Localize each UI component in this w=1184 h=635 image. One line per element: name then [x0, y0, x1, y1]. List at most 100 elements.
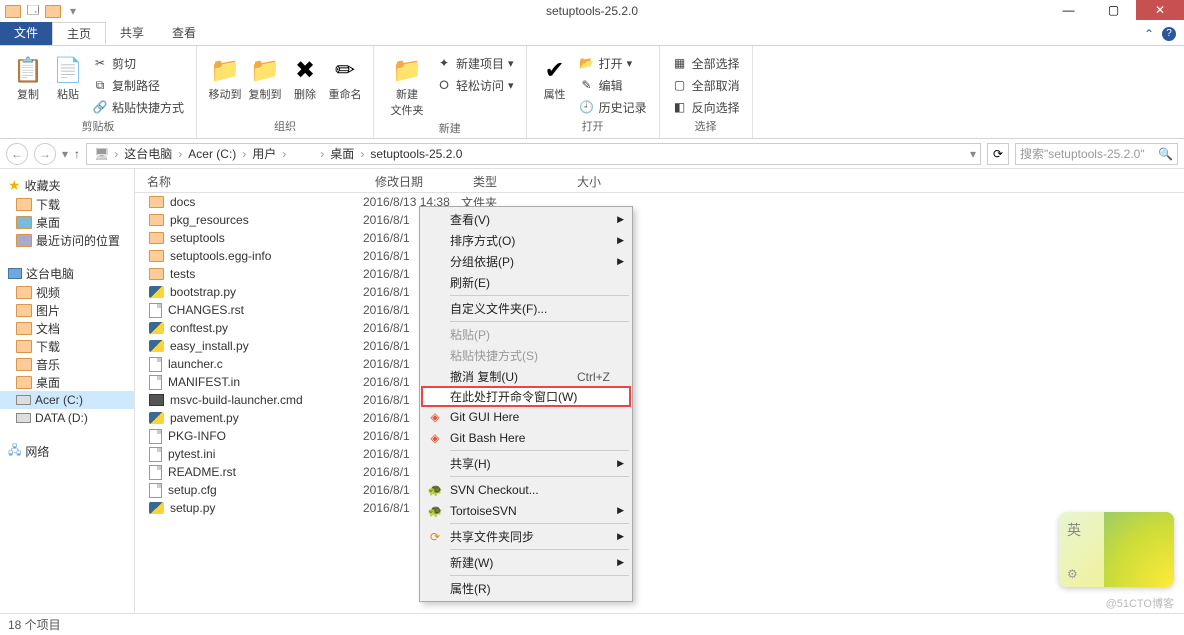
- context-menu-item[interactable]: TortoiseSVN▶🐢: [422, 500, 630, 521]
- sidebar-thispc[interactable]: 这台电脑: [0, 263, 134, 283]
- context-menu-item[interactable]: 新建(W)▶: [422, 552, 630, 573]
- file-row[interactable]: msvc-build-launcher.cmd2016/8/1: [135, 391, 1184, 409]
- titlebar: 🗔 ▾ setuptools-25.2.0 — ▢ ✕: [0, 0, 1184, 22]
- sidebar-item-desktop[interactable]: 桌面: [0, 213, 134, 231]
- sidebar-item-pictures[interactable]: 图片: [0, 301, 134, 319]
- back-button[interactable]: ←: [6, 143, 28, 165]
- tab-view[interactable]: 查看: [158, 22, 210, 45]
- paste-button[interactable]: 📄粘贴: [48, 52, 88, 104]
- up-button[interactable]: ↑: [74, 147, 80, 161]
- context-menu-item[interactable]: 共享文件夹同步▶⟳: [422, 526, 630, 547]
- group-clipboard-label: 剪贴板: [8, 118, 188, 136]
- newitem-button[interactable]: ✦新建项目 ▾: [432, 52, 518, 74]
- file-name: easy_install.py: [170, 339, 249, 353]
- breadcrumb[interactable]: 🖥 › 这台电脑› Acer (C:)› 用户› › 桌面› setuptool…: [86, 143, 981, 165]
- file-row[interactable]: setuptools.egg-info2016/8/1: [135, 247, 1184, 265]
- tab-home[interactable]: 主页: [52, 22, 106, 45]
- invert-button[interactable]: ◧反向选择: [668, 96, 744, 118]
- sidebar-item-documents[interactable]: 文档: [0, 319, 134, 337]
- context-menu-item[interactable]: 共享(H)▶: [422, 453, 630, 474]
- qat-properties-icon[interactable]: 🗔: [24, 2, 42, 20]
- file-row[interactable]: README.rst2016/8/1: [135, 463, 1184, 481]
- file-list[interactable]: 名称 修改日期 类型 大小 docs2016/8/13 14:38文件夹pkg_…: [135, 169, 1184, 613]
- refresh-button[interactable]: ⟳: [987, 143, 1009, 165]
- gear-icon[interactable]: ⚙: [1067, 567, 1078, 581]
- sidebar-item-downloads2[interactable]: 下载: [0, 337, 134, 355]
- copypath-button[interactable]: ⧉复制路径: [88, 74, 188, 96]
- file-row[interactable]: tests2016/8/1: [135, 265, 1184, 283]
- pasteshortcut-button[interactable]: 🔗粘贴快捷方式: [88, 96, 188, 118]
- context-menu-item[interactable]: 排序方式(O)▶: [422, 230, 630, 251]
- help-icon[interactable]: ?: [1162, 27, 1176, 41]
- collapse-ribbon-icon[interactable]: ⌃: [1144, 27, 1154, 41]
- sidebar-item-desktop2[interactable]: 桌面: [0, 373, 134, 391]
- cut-button[interactable]: ✂剪切: [88, 52, 188, 74]
- file-row[interactable]: CHANGES.rst2016/8/1: [135, 301, 1184, 319]
- file-row[interactable]: MANIFEST.in2016/8/1: [135, 373, 1184, 391]
- sidebar-item-c-drive[interactable]: Acer (C:): [0, 391, 134, 409]
- edit-button[interactable]: ✎编辑: [575, 74, 651, 96]
- sidebar-item-recent[interactable]: 最近访问的位置: [0, 231, 134, 249]
- context-menu-item[interactable]: SVN Checkout...🐢: [422, 479, 630, 500]
- file-row[interactable]: easy_install.py2016/8/1: [135, 337, 1184, 355]
- sync-icon: ⟳: [427, 529, 443, 545]
- file-name: pavement.py: [170, 411, 239, 425]
- context-menu-item[interactable]: 自定义文件夹(F)...: [422, 298, 630, 319]
- context-menu-item[interactable]: 刷新(E): [422, 272, 630, 293]
- file-row[interactable]: launcher.c2016/8/1: [135, 355, 1184, 373]
- newfolder-button[interactable]: 📁新建 文件夹: [382, 52, 432, 120]
- context-menu-item[interactable]: Git GUI Here◈: [422, 406, 630, 427]
- file-row[interactable]: bootstrap.py2016/8/1: [135, 283, 1184, 301]
- file-row[interactable]: pytest.ini2016/8/1: [135, 445, 1184, 463]
- qat-newfolder-icon[interactable]: [44, 2, 62, 20]
- tab-share[interactable]: 共享: [106, 22, 158, 45]
- file-row[interactable]: setup.cfg2016/8/1: [135, 481, 1184, 499]
- watermark: @51CTO博客: [1106, 595, 1174, 611]
- context-menu-item[interactable]: 属性(R): [422, 578, 630, 599]
- recent-dropdown-icon[interactable]: ▾: [62, 147, 68, 161]
- selectnone-button[interactable]: ▢全部取消: [668, 74, 744, 96]
- rename-button[interactable]: ✏重命名: [325, 52, 365, 104]
- context-menu-item[interactable]: 撤消 复制(U)Ctrl+Z: [422, 366, 630, 387]
- ime-floater[interactable]: 英 ⚙: [1059, 512, 1174, 587]
- file-row[interactable]: conftest.py2016/8/1: [135, 319, 1184, 337]
- sidebar-item-music[interactable]: 音乐: [0, 355, 134, 373]
- file-icon: [149, 465, 162, 480]
- forward-button[interactable]: →: [34, 143, 56, 165]
- maximize-button[interactable]: ▢: [1091, 0, 1136, 20]
- easyaccess-button[interactable]: ⭘轻松访问 ▾: [432, 74, 518, 96]
- minimize-button[interactable]: —: [1046, 0, 1091, 20]
- open-button[interactable]: 📂打开 ▾: [575, 52, 651, 74]
- file-row[interactable]: docs2016/8/13 14:38文件夹: [135, 193, 1184, 211]
- file-row[interactable]: setuptools2016/8/1: [135, 229, 1184, 247]
- context-menu-item[interactable]: 分组依据(P)▶: [422, 251, 630, 272]
- copy-button[interactable]: 📋复制: [8, 52, 48, 104]
- qat-dropdown-icon[interactable]: ▾: [64, 2, 82, 20]
- file-icon: [149, 303, 162, 318]
- search-input[interactable]: 搜索"setuptools-25.2.0" 🔍: [1015, 143, 1178, 165]
- file-row[interactable]: setup.py2016/8/1: [135, 499, 1184, 517]
- delete-button[interactable]: ✖删除: [285, 52, 325, 104]
- copyto-button[interactable]: 📁复制到: [245, 52, 285, 104]
- folder-icon: [149, 196, 164, 208]
- close-button[interactable]: ✕: [1136, 0, 1184, 20]
- sidebar-item-video[interactable]: 视频: [0, 283, 134, 301]
- properties-button[interactable]: ✔属性: [535, 52, 575, 104]
- context-menu-item[interactable]: 查看(V)▶: [422, 209, 630, 230]
- selectall-button[interactable]: ▦全部选择: [668, 52, 744, 74]
- column-headers[interactable]: 名称 修改日期 类型 大小: [135, 169, 1184, 193]
- py-icon: [149, 412, 164, 424]
- moveto-button[interactable]: 📁移动到: [205, 52, 245, 104]
- tab-file[interactable]: 文件: [0, 22, 52, 45]
- history-button[interactable]: 🕘历史记录: [575, 96, 651, 118]
- file-row[interactable]: pavement.py2016/8/1: [135, 409, 1184, 427]
- sidebar-favorites[interactable]: ★收藏夹: [0, 175, 134, 195]
- context-menu-item[interactable]: 在此处打开命令窗口(W): [421, 386, 631, 407]
- context-menu-item[interactable]: Git Bash Here◈: [422, 427, 630, 448]
- sidebar-network[interactable]: 🖧网络: [0, 441, 134, 461]
- file-row[interactable]: pkg_resources2016/8/1: [135, 211, 1184, 229]
- sidebar-item-downloads[interactable]: 下载: [0, 195, 134, 213]
- file-row[interactable]: PKG-INFO2016/8/1: [135, 427, 1184, 445]
- status-bar: 18 个项目: [0, 613, 1184, 635]
- sidebar-item-d-drive[interactable]: DATA (D:): [0, 409, 134, 427]
